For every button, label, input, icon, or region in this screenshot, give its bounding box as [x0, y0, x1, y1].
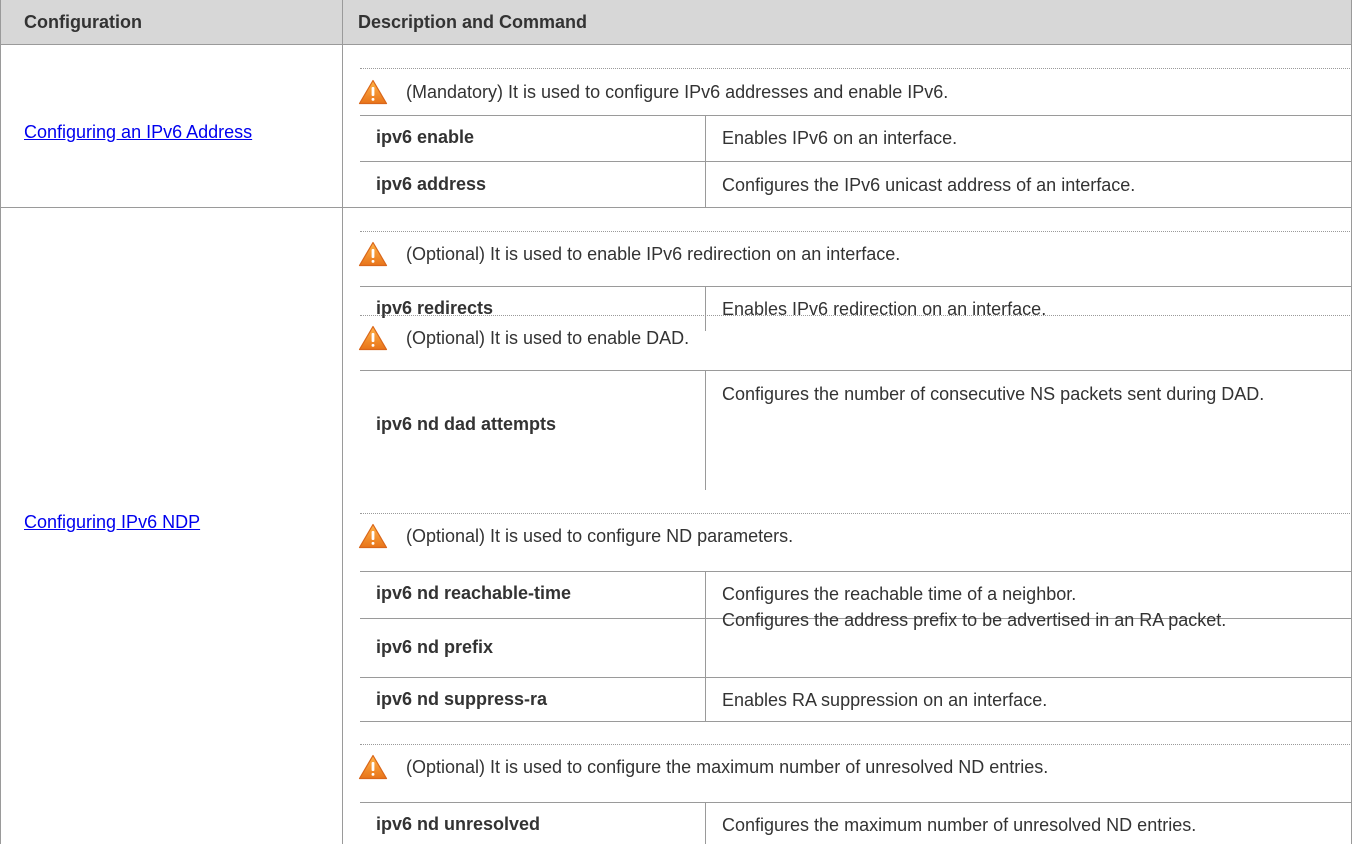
link-configuring-ipv6-ndp[interactable]: Configuring IPv6 NDP: [24, 512, 200, 533]
command-ipv6-nd-prefix: ipv6 nd prefix: [376, 637, 494, 657]
description: Configures the maximum number of unresol…: [722, 815, 1197, 835]
note-text: (Mandatory) It is used to configure IPv6…: [406, 81, 949, 102]
header-description-command: Description and Command: [358, 12, 588, 32]
note-row: (Optional) It is used to enable DAD.: [358, 318, 689, 358]
warning-triangle-icon: [358, 523, 388, 549]
description: Configures the address prefix to be adve…: [722, 610, 1227, 630]
command-ipv6-enable: ipv6 enable: [376, 127, 475, 147]
note-text: (Optional) It is used to configure the m…: [406, 756, 1049, 777]
note-row: (Optional) It is used to configure ND pa…: [358, 516, 793, 556]
command-ipv6-nd-dad-attempts: ipv6 nd dad attempts: [376, 414, 557, 434]
header-configuration: Configuration: [24, 12, 142, 32]
warning-triangle-icon: [358, 241, 388, 267]
link-configuring-ipv6-address[interactable]: Configuring an IPv6 Address: [24, 122, 252, 143]
warning-triangle-icon: [358, 79, 388, 105]
command-ipv6-nd-suppress-ra: ipv6 nd suppress-ra: [376, 689, 548, 709]
note-row: (Optional) It is used to configure the m…: [358, 747, 1048, 787]
table-header: [0, 0, 1352, 44]
description: Enables IPv6 on an interface.: [722, 128, 958, 148]
note-text: (Optional) It is used to enable IPv6 red…: [406, 243, 901, 264]
note-row: (Mandatory) It is used to configure IPv6…: [358, 72, 948, 112]
description: Configures the IPv6 unicast address of a…: [722, 175, 1136, 195]
command-ipv6-nd-unresolved: ipv6 nd unresolved: [376, 814, 541, 834]
note-text: (Optional) It is used to enable DAD.: [406, 327, 690, 348]
warning-triangle-icon: [358, 325, 388, 351]
description: Configures the number of consecutive NS …: [722, 384, 1265, 404]
description: Enables IPv6 redirection on an interface…: [722, 299, 1047, 319]
command-ipv6-address: ipv6 address: [376, 174, 487, 194]
command-ipv6-nd-reachable-time: ipv6 nd reachable-time: [376, 583, 572, 603]
description: Enables RA suppression on an interface.: [722, 690, 1048, 710]
command-ipv6-redirects: ipv6 redirects: [376, 298, 494, 318]
configuration-table: Configuration Description and Command Co…: [0, 0, 1352, 844]
note-row: (Optional) It is used to enable IPv6 red…: [358, 234, 900, 274]
warning-triangle-icon: [358, 754, 388, 780]
note-text: (Optional) It is used to configure ND pa…: [406, 525, 794, 546]
